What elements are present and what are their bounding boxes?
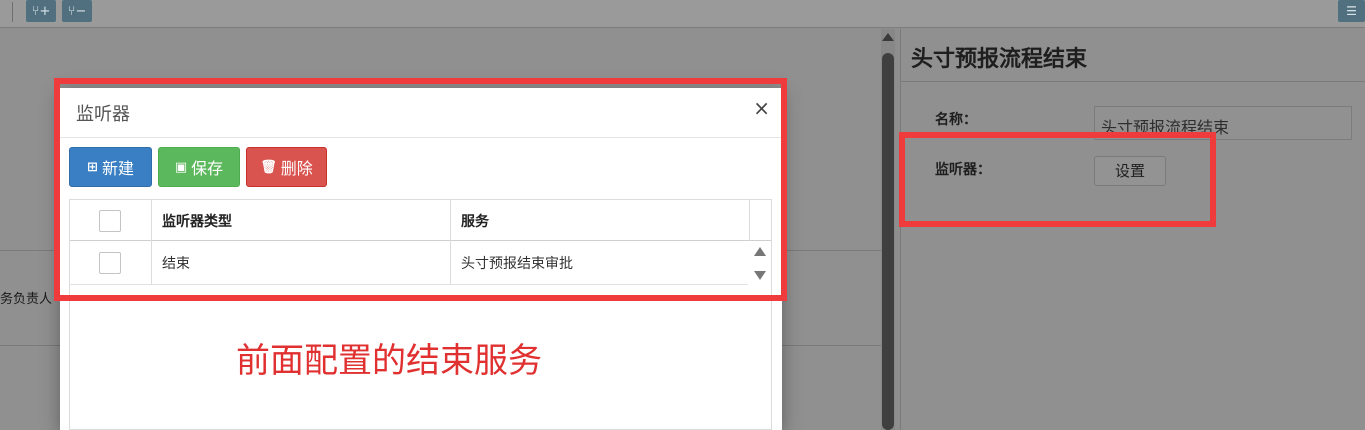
annotation-caption: 前面配置的结束服务 (236, 341, 542, 381)
close-icon[interactable]: × (753, 96, 770, 120)
header-listener-type[interactable]: 监听器类型 (162, 200, 232, 241)
column-divider (450, 200, 451, 241)
cell-listener-type: 结束 (162, 256, 190, 272)
properties-divider (901, 81, 1365, 82)
name-field[interactable]: 头寸预报流程结束 (1094, 106, 1352, 140)
listener-label: 监听器： (935, 162, 991, 178)
column-divider (151, 200, 152, 241)
table-header: 监听器类型 服务 (70, 200, 771, 241)
scroll-thumb[interactable] (882, 53, 894, 430)
select-all-checkbox[interactable] (99, 209, 121, 232)
plus-square-icon: ⊞ (87, 159, 98, 175)
scroll-up-icon[interactable] (754, 247, 766, 256)
trash-icon: 🗑 (260, 159, 277, 175)
remove-branch-icon[interactable]: ⑂− (62, 0, 92, 22)
column-divider (450, 241, 451, 285)
save-button-label: 保存 (191, 159, 224, 178)
toolbar-separator (12, 2, 13, 22)
row-checkbox[interactable] (99, 252, 121, 274)
name-label: 名称： (935, 112, 977, 128)
save-button[interactable]: ▣ 保存 (158, 147, 240, 187)
row-checkbox-cell (99, 241, 123, 285)
listener-settings-button[interactable]: 设置 (1094, 156, 1166, 186)
new-button[interactable]: ⊞ 新建 (69, 147, 152, 187)
panel-toggle-icon[interactable]: ☰ (1338, 0, 1365, 22)
add-branch-icon[interactable]: ⑂+ (26, 0, 56, 22)
table-scrollbar[interactable] (749, 241, 771, 285)
properties-panel: 头寸预报流程结束 名称： 头寸预报流程结束 监听器： 设置 (900, 29, 1365, 430)
header-service[interactable]: 服务 (461, 200, 489, 241)
canvas-node-label: 务负责人 (0, 292, 53, 307)
cell-service: 头寸预报结束审批 (461, 256, 573, 272)
floppy-disk-icon: ▣ (174, 159, 188, 175)
new-button-label: 新建 (101, 159, 134, 178)
column-divider (151, 241, 152, 285)
scroll-up-icon[interactable] (882, 33, 894, 41)
canvas-scrollbar[interactable] (881, 29, 895, 430)
delete-button-label: 删除 (280, 159, 313, 178)
select-all-checkbox-cell (99, 200, 123, 241)
dialog-title: 监听器 (76, 104, 130, 125)
table-row[interactable]: 结束 头寸预报结束审批 (70, 241, 748, 285)
delete-button[interactable]: 🗑 删除 (246, 147, 327, 187)
column-divider (749, 200, 750, 241)
properties-title: 头寸预报流程结束 (911, 47, 1088, 72)
listener-table: 监听器类型 服务 结束 头寸预报结束审批 (69, 199, 772, 430)
dialog-header: 监听器 × (60, 88, 782, 138)
scroll-down-icon[interactable] (754, 271, 766, 280)
top-toolbar: ⑂+ ⑂− ☰ (0, 0, 1365, 28)
